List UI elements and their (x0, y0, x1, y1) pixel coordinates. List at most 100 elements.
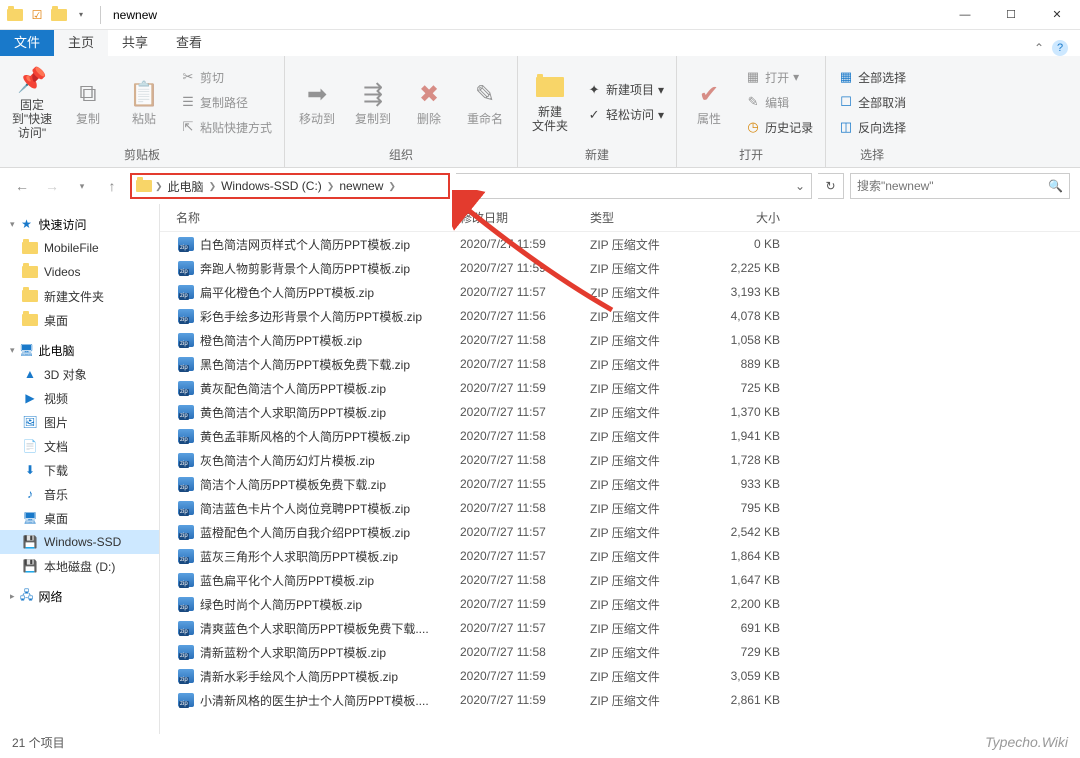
minimize-button[interactable]: — (942, 0, 988, 30)
sidebar-item[interactable]: ⬇下载 (0, 458, 159, 482)
pin-quickaccess-button[interactable]: 📌固定到"快速访问" (6, 63, 58, 141)
drive-icon: 🖼 (22, 414, 38, 430)
address-dropdown-icon[interactable]: ⌄ (789, 179, 811, 193)
sidebar-item[interactable]: 💾Windows-SSD (0, 530, 159, 554)
chevron-right-icon[interactable]: ❯ (385, 181, 399, 192)
rename-button[interactable]: ✎重命名 (459, 63, 511, 141)
forward-button[interactable]: → (40, 174, 64, 198)
selectall-button[interactable]: ▦全部选择 (834, 66, 910, 88)
folder-icon[interactable] (50, 6, 68, 24)
delete-button[interactable]: ✖删除 (403, 63, 455, 141)
copy-button[interactable]: ⧉复制 (62, 63, 114, 141)
column-size[interactable]: 大小 (710, 209, 810, 226)
sidebar-item[interactable]: 🖼图片 (0, 410, 159, 434)
checkbox-icon[interactable]: ☑ (28, 6, 46, 24)
paste-button[interactable]: 📋粘贴 (118, 63, 170, 141)
cut-button[interactable]: ✂剪切 (176, 66, 276, 88)
easyaccess-button[interactable]: ✓轻松访问 ▾ (582, 104, 668, 126)
newitem-button[interactable]: ✦新建项目 ▾ (582, 79, 668, 101)
breadcrumb-folder[interactable]: newnew (337, 179, 385, 193)
file-row[interactable]: 蓝色扁平化个人简历PPT模板.zip2020/7/27 11:58ZIP 压缩文… (160, 568, 1080, 592)
selectnone-button[interactable]: ☐全部取消 (834, 91, 910, 113)
chevron-right-icon[interactable]: ❯ (324, 181, 338, 192)
file-row[interactable]: 灰色简洁个人简历幻灯片模板.zip2020/7/27 11:58ZIP 压缩文件… (160, 448, 1080, 472)
file-row[interactable]: 橙色简洁个人简历PPT模板.zip2020/7/27 11:58ZIP 压缩文件… (160, 328, 1080, 352)
recent-dropdown[interactable]: ▾ (70, 174, 94, 198)
sidebar-item[interactable]: ♪音乐 (0, 482, 159, 506)
rename-icon: ✎ (469, 78, 501, 110)
up-button[interactable]: ↑ (100, 174, 124, 198)
column-type[interactable]: 类型 (590, 209, 710, 226)
copy-icon: ⧉ (72, 78, 104, 110)
edit-button[interactable]: ✎编辑 (741, 91, 817, 113)
sidebar-item[interactable]: Videos (0, 260, 159, 284)
chevron-right-icon[interactable]: ❯ (152, 181, 166, 192)
drive-icon: 💾 (22, 534, 38, 550)
dropdown-icon[interactable]: ▾ (72, 6, 90, 24)
history-button[interactable]: ◷历史记录 (741, 116, 817, 138)
sidebar-item[interactable]: 💾本地磁盘 (D:) (0, 554, 159, 578)
file-row[interactable]: 清新水彩手绘风个人简历PPT模板.zip2020/7/27 11:59ZIP 压… (160, 664, 1080, 688)
address-bar-rest[interactable]: ⌄ (456, 173, 812, 199)
tab-file[interactable]: 文件 (0, 30, 54, 56)
zip-icon (178, 693, 194, 707)
sidebar-item[interactable]: ▲3D 对象 (0, 362, 159, 386)
search-input[interactable] (857, 179, 1048, 193)
search-icon[interactable]: 🔍 (1048, 179, 1063, 193)
copypath-button[interactable]: ☰复制路径 (176, 91, 276, 113)
help-icon[interactable]: ? (1052, 40, 1068, 56)
newfolder-button[interactable]: 新建 文件夹 (524, 63, 576, 141)
sidebar-item[interactable]: 📄文档 (0, 434, 159, 458)
column-name[interactable]: 名称 (160, 209, 460, 226)
address-bar[interactable]: ❯ 此电脑 ❯ Windows-SSD (C:) ❯ newnew ❯ (130, 173, 450, 199)
column-date[interactable]: 修改日期 (460, 209, 590, 226)
file-row[interactable]: 彩色手绘多边形背景个人简历PPT模板.zip2020/7/27 11:56ZIP… (160, 304, 1080, 328)
refresh-button[interactable]: ↻ (818, 173, 844, 199)
copyto-button[interactable]: ⇶复制到 (347, 63, 399, 141)
selectinvert-button[interactable]: ◫反向选择 (834, 116, 910, 138)
breadcrumb-drive[interactable]: Windows-SSD (C:) (219, 179, 324, 193)
file-row[interactable]: 黑色简洁个人简历PPT模板免费下载.zip2020/7/27 11:58ZIP … (160, 352, 1080, 376)
breadcrumb-pc[interactable]: 此电脑 (166, 178, 206, 195)
sidebar-item[interactable]: 🖥桌面 (0, 506, 159, 530)
sidebar-item[interactable]: 新建文件夹 (0, 284, 159, 308)
file-row[interactable]: 蓝橙配色个人简历自我介绍PPT模板.zip2020/7/27 11:57ZIP … (160, 520, 1080, 544)
file-row[interactable]: 黄色孟菲斯风格的个人简历PPT模板.zip2020/7/27 11:58ZIP … (160, 424, 1080, 448)
file-row[interactable]: 小清新风格的医生护士个人简历PPT模板....2020/7/27 11:59ZI… (160, 688, 1080, 712)
sidebar-network[interactable]: ▸🖧网络 (0, 584, 159, 608)
file-row[interactable]: 简洁蓝色卡片个人岗位竞聘PPT模板.zip2020/7/27 11:58ZIP … (160, 496, 1080, 520)
sidebar-thispc[interactable]: ▾🖥此电脑 (0, 338, 159, 362)
chevron-down-icon: ▾ (10, 219, 15, 230)
open-button[interactable]: ▦打开 ▾ (741, 66, 817, 88)
chevron-right-icon[interactable]: ❯ (206, 181, 220, 192)
ribbon-group-clipboard: 📌固定到"快速访问" ⧉复制 📋粘贴 ✂剪切 ☰复制路径 ⇱粘贴快捷方式 剪贴板 (0, 56, 285, 167)
file-row[interactable]: 白色简洁网页样式个人简历PPT模板.zip2020/7/27 11:59ZIP … (160, 232, 1080, 256)
zip-icon (178, 621, 194, 635)
file-row[interactable]: 黄色简洁个人求职简历PPT模板.zip2020/7/27 11:57ZIP 压缩… (160, 400, 1080, 424)
file-row[interactable]: 黄灰配色简洁个人简历PPT模板.zip2020/7/27 11:59ZIP 压缩… (160, 376, 1080, 400)
file-row[interactable]: 蓝灰三角形个人求职简历PPT模板.zip2020/7/27 11:57ZIP 压… (160, 544, 1080, 568)
expand-ribbon-icon[interactable]: ⌃ (1034, 41, 1044, 55)
moveto-button[interactable]: ➡移动到 (291, 63, 343, 141)
file-row[interactable]: 奔跑人物剪影背景个人简历PPT模板.zip2020/7/27 11:59ZIP … (160, 256, 1080, 280)
properties-button[interactable]: ✔属性 (683, 63, 735, 141)
tab-share[interactable]: 共享 (108, 30, 162, 56)
sidebar-item[interactable]: MobileFile (0, 236, 159, 260)
sidebar-item[interactable]: 桌面 (0, 308, 159, 332)
back-button[interactable]: ← (10, 174, 34, 198)
group-label: 剪贴板 (0, 144, 284, 167)
sidebar-item[interactable]: ▶视频 (0, 386, 159, 410)
drive-icon: ⬇ (22, 462, 38, 478)
tab-view[interactable]: 查看 (162, 30, 216, 56)
close-button[interactable]: ✕ (1034, 0, 1080, 30)
sidebar-quickaccess[interactable]: ▾★快速访问 (0, 212, 159, 236)
file-row[interactable]: 简洁个人简历PPT模板免费下载.zip2020/7/27 11:55ZIP 压缩… (160, 472, 1080, 496)
file-row[interactable]: 清爽蓝色个人求职简历PPT模板免费下载....2020/7/27 11:57ZI… (160, 616, 1080, 640)
file-row[interactable]: 清新蓝粉个人求职简历PPT模板.zip2020/7/27 11:58ZIP 压缩… (160, 640, 1080, 664)
search-box[interactable]: 🔍 (850, 173, 1070, 199)
maximize-button[interactable]: ☐ (988, 0, 1034, 30)
pasteshortcut-button[interactable]: ⇱粘贴快捷方式 (176, 116, 276, 138)
file-row[interactable]: 绿色时尚个人简历PPT模板.zip2020/7/27 11:59ZIP 压缩文件… (160, 592, 1080, 616)
tab-home[interactable]: 主页 (54, 30, 108, 56)
file-row[interactable]: 扁平化橙色个人简历PPT模板.zip2020/7/27 11:57ZIP 压缩文… (160, 280, 1080, 304)
